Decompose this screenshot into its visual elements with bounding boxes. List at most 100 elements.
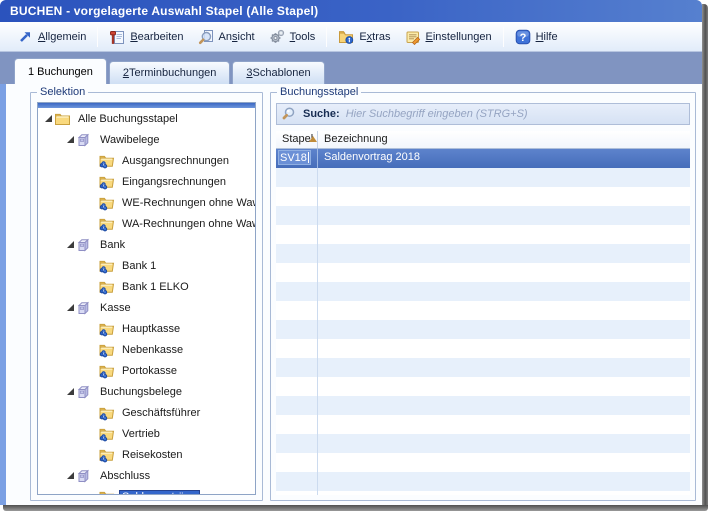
table-row-sv18[interactable]: SV18 Saldenvortrag 2018 bbox=[276, 149, 690, 168]
folder-gear-icon bbox=[98, 216, 115, 232]
edit-icon bbox=[109, 29, 125, 45]
toolbar-separator bbox=[503, 27, 504, 47]
search-label: Suche: bbox=[303, 108, 340, 120]
tree-item-label: Reisekosten bbox=[119, 448, 186, 462]
folder-gear-icon bbox=[98, 195, 115, 211]
folder-gear-icon bbox=[98, 447, 115, 463]
table-empty-row bbox=[276, 491, 690, 495]
tree-item-nebenkasse[interactable]: Nebenkasse bbox=[38, 339, 255, 360]
column-header-stapel[interactable]: Stapel bbox=[276, 131, 318, 148]
toolbar-button-label: Allgemein bbox=[38, 31, 86, 43]
table-empty-row bbox=[276, 282, 690, 301]
tree-item-label: Wawibelege bbox=[97, 133, 163, 147]
search-icon bbox=[282, 106, 298, 122]
tree-expanded-icon[interactable] bbox=[64, 387, 76, 396]
arrow-ne-icon bbox=[17, 29, 33, 45]
tree-item-abschluss[interactable]: Abschluss bbox=[38, 465, 255, 486]
sort-ascending-icon bbox=[309, 136, 317, 142]
folder-gear-icon bbox=[98, 321, 115, 337]
tab-schablonen[interactable]: 3 Schablonen bbox=[232, 61, 324, 84]
table-empty-row bbox=[276, 339, 690, 358]
toolbar-button-einstellungen[interactable]: Einstellungen bbox=[398, 26, 499, 48]
toolbar-button-bearbeiten[interactable]: Bearbeiten bbox=[102, 26, 190, 48]
tree-item-bank[interactable]: Bank bbox=[38, 234, 255, 255]
tree-item-we-rechnungen-ohne-wawi[interactable]: WE-Rechnungen ohne Wawi bbox=[38, 192, 255, 213]
table-empty-row bbox=[276, 358, 690, 377]
stapel-editor-text: SV18 bbox=[280, 152, 307, 164]
buchungsstapel-groupbox: Buchungsstapel Suche: Hier Suchbegriff e… bbox=[270, 92, 696, 501]
cube-icon bbox=[76, 468, 93, 484]
tree-item-eingangsrechnungen[interactable]: Eingangsrechnungen bbox=[38, 171, 255, 192]
tab-terminbuchungen[interactable]: 2 Terminbuchungen bbox=[109, 61, 231, 84]
tree-expanded-icon[interactable] bbox=[64, 303, 76, 312]
empty-stapel-cell bbox=[276, 301, 318, 320]
folder-gear-icon bbox=[98, 489, 115, 496]
tree-rows: Alle Buchungsstapel Wawibelege Ausgangsrec… bbox=[38, 108, 255, 495]
search-bar[interactable]: Suche: Hier Suchbegriff eingeben (STRG+S… bbox=[276, 103, 690, 125]
table-empty-row bbox=[276, 396, 690, 415]
tree-item-label: Alle Buchungsstapel bbox=[75, 112, 181, 126]
tree-item-label: Portokasse bbox=[119, 364, 180, 378]
tree-item-geschäftsführer[interactable]: Geschäftsführer bbox=[38, 402, 255, 423]
folder-gear-icon bbox=[98, 174, 115, 190]
tree-item-bank-1[interactable]: Bank 1 bbox=[38, 255, 255, 276]
cube-icon bbox=[76, 132, 93, 148]
toolbar-button-tools[interactable]: Tools bbox=[262, 26, 323, 48]
search-input-placeholder[interactable]: Hier Suchbegriff eingeben (STRG+S) bbox=[346, 108, 528, 120]
empty-stapel-cell bbox=[276, 434, 318, 453]
text-caret bbox=[308, 152, 309, 163]
folder-gear-icon bbox=[98, 153, 115, 169]
tree-item-portokasse[interactable]: Portokasse bbox=[38, 360, 255, 381]
tree-item-label: Bank 1 bbox=[119, 259, 159, 273]
tab-buchungen[interactable]: 1 Buchungen bbox=[14, 58, 107, 84]
tree-item-ausgangsrechnungen[interactable]: Ausgangsrechnungen bbox=[38, 150, 255, 171]
toolbar-separator bbox=[326, 27, 327, 47]
tree-item-buchungsbelege[interactable]: Buchungsbelege bbox=[38, 381, 255, 402]
table-empty-row bbox=[276, 263, 690, 282]
tab-row: 1 Buchungen2 Terminbuchungen3 Schablonen bbox=[14, 58, 327, 84]
table-empty-row bbox=[276, 415, 690, 434]
empty-stapel-cell bbox=[276, 244, 318, 263]
tree-item-kasse[interactable]: Kasse bbox=[38, 297, 255, 318]
tree-item-vertrieb[interactable]: Vertrieb bbox=[38, 423, 255, 444]
cell-stapel[interactable]: SV18 bbox=[276, 149, 318, 168]
tree-item-wa-rechnungen-ohne-wawi[interactable]: WA-Rechnungen ohne Wawi bbox=[38, 213, 255, 234]
folder-gear-icon bbox=[98, 342, 115, 358]
cell-bezeichnung[interactable]: Saldenvortrag 2018 bbox=[318, 149, 690, 168]
toolbar-button-allgemein[interactable]: Allgemein bbox=[10, 26, 93, 48]
folder-gear-icon bbox=[98, 279, 115, 295]
tree-expanded-icon[interactable] bbox=[64, 135, 76, 144]
stapel-inline-editor[interactable]: SV18 bbox=[278, 150, 311, 165]
tree-item-label: Kasse bbox=[97, 301, 134, 315]
table-empty-row bbox=[276, 320, 690, 339]
tree-item-wawibelege[interactable]: Wawibelege bbox=[38, 129, 255, 150]
toolbar-button-label: Bearbeiten bbox=[130, 31, 183, 43]
tree-expanded-icon[interactable] bbox=[64, 240, 76, 249]
tree-item-hauptkasse[interactable]: Hauptkasse bbox=[38, 318, 255, 339]
toolbar-button-ansicht[interactable]: Ansicht bbox=[191, 26, 262, 48]
folder-gear-icon bbox=[98, 258, 115, 274]
tree-item-label: Geschäftsführer bbox=[119, 406, 203, 420]
tree-item-label: WA-Rechnungen ohne Wawi bbox=[119, 217, 256, 231]
empty-stapel-cell bbox=[276, 206, 318, 225]
column-header-bezeichnung[interactable]: Bezeichnung bbox=[318, 131, 690, 148]
empty-stapel-cell bbox=[276, 377, 318, 396]
tree-item-bank-1-elko[interactable]: Bank 1 ELKO bbox=[38, 276, 255, 297]
table-empty-row bbox=[276, 168, 690, 187]
tree-item-alle-buchungsstapel[interactable]: Alle Buchungsstapel bbox=[38, 108, 255, 129]
tree-item-saldenvorträge[interactable]: Saldenvorträge bbox=[38, 486, 255, 495]
empty-stapel-cell bbox=[276, 339, 318, 358]
selection-tree[interactable]: Alle Buchungsstapel Wawibelege Ausgangsrec… bbox=[37, 102, 256, 495]
toolbar-button-extras[interactable]: Extras bbox=[331, 26, 397, 48]
tree-item-reisekosten[interactable]: Reisekosten bbox=[38, 444, 255, 465]
svg-text:?: ? bbox=[519, 32, 526, 44]
tree-item-label: Abschluss bbox=[97, 469, 153, 483]
toolbar-button-label: Extras bbox=[359, 31, 390, 43]
table-empty-row bbox=[276, 225, 690, 244]
folder-icon bbox=[54, 111, 71, 127]
tree-expanded-icon[interactable] bbox=[64, 471, 76, 480]
toolbar-button-hilfe[interactable]: ?Hilfe bbox=[508, 26, 565, 48]
tree-expanded-icon[interactable] bbox=[42, 114, 54, 123]
stapel-table: StapelBezeichnung SV18 Saldenvortrag 2018 bbox=[276, 131, 690, 495]
table-empty-row bbox=[276, 434, 690, 453]
